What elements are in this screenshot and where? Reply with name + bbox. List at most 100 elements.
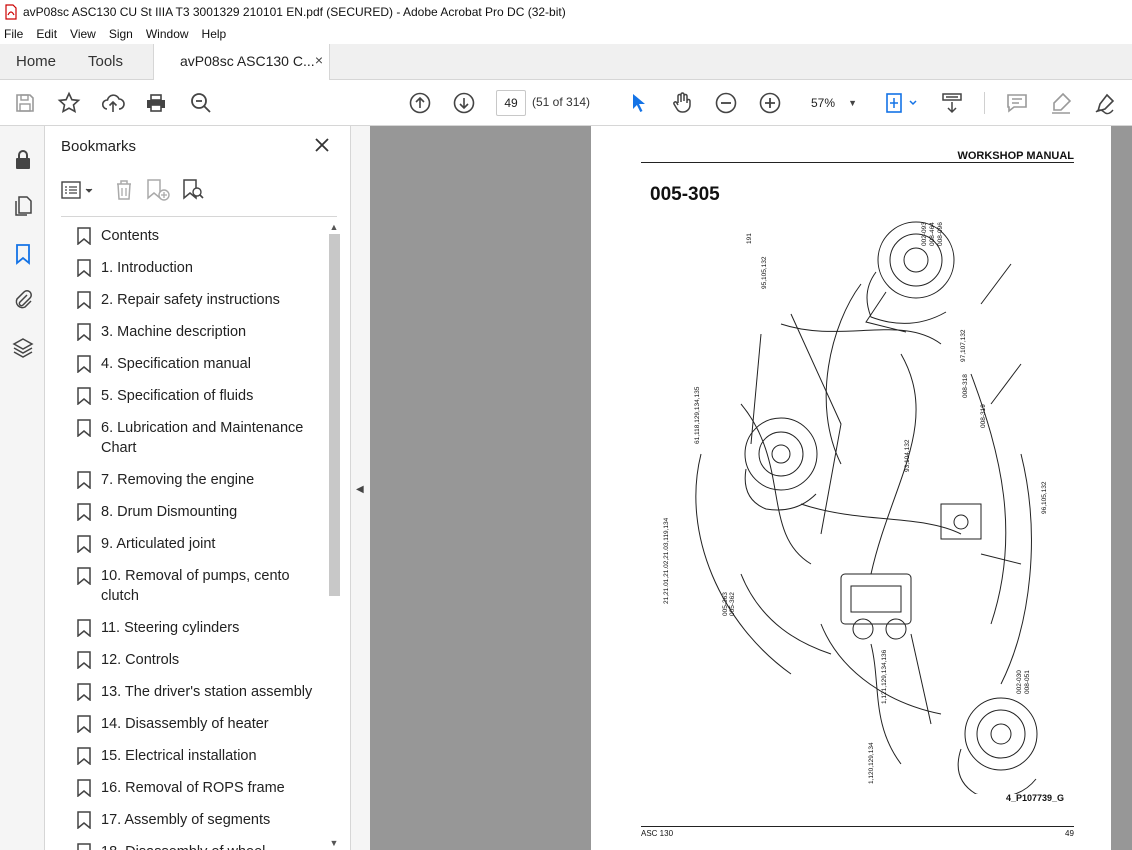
svg-text:21,21.01,21.02,21.03,119,134: 21,21.01,21.02,21.03,119,134 (663, 517, 670, 604)
bookmark-item[interactable]: 8. Drum Dismounting (61, 496, 329, 528)
bookmark-item[interactable]: Contents (61, 220, 329, 252)
zoom-level-select[interactable]: 57% ▼ (801, 90, 861, 116)
svg-text:95,105,132: 95,105,132 (761, 256, 768, 289)
upload-icon[interactable] (101, 91, 125, 115)
find-bookmark-icon[interactable] (181, 178, 205, 202)
bookmark-item[interactable]: 15. Electrical installation (61, 740, 329, 772)
bookmarks-title: Bookmarks (61, 138, 137, 155)
bookmark-item[interactable]: 12. Controls (61, 644, 329, 676)
bookmark-label: 2. Repair safety instructions (101, 292, 280, 308)
header-rule (641, 162, 1074, 163)
bookmark-item[interactable]: 1. Introduction (61, 252, 329, 284)
document-view[interactable]: WORKSHOP MANUAL 005-305 002-093 008-464 … (370, 126, 1132, 850)
bookmark-item[interactable]: 16. Removal of ROPS frame (61, 772, 329, 804)
save-icon[interactable] (13, 91, 37, 115)
lock-icon[interactable] (11, 148, 35, 172)
bookmark-icon (77, 715, 91, 733)
star-icon[interactable] (57, 91, 81, 115)
collapse-panel-icon[interactable]: ◀ (356, 484, 364, 495)
bookmark-item[interactable]: 10. Removal of pumps, cento clutch (61, 560, 329, 612)
menu-window[interactable]: Window (146, 27, 189, 41)
bookmark-icon (77, 619, 91, 637)
bookmark-item[interactable]: 11. Steering cylinders (61, 612, 329, 644)
layers-icon[interactable] (11, 336, 35, 360)
bookmark-label: 13. The driver's station assembly (101, 684, 313, 700)
fit-page-icon[interactable] (884, 91, 920, 115)
menu-sign[interactable]: Sign (109, 27, 133, 41)
select-cursor-icon[interactable] (627, 91, 651, 115)
navigation-rail (0, 126, 45, 850)
footer-model: ASC 130 (641, 829, 674, 838)
tab-home[interactable]: Home (16, 44, 56, 79)
zoom-level-value: 57% (811, 96, 836, 110)
options-menu-icon[interactable] (61, 179, 97, 201)
bookmark-item[interactable]: 5. Specification of fluids (61, 380, 329, 412)
bookmark-panel-icon[interactable] (11, 242, 35, 266)
bookmark-label: 5. Specification of fluids (101, 388, 254, 404)
bookmarks-scrollbar[interactable]: ▲ ▼ (327, 222, 341, 850)
tab-document-label: avP08sc ASC130 C... (180, 53, 315, 69)
bookmark-item[interactable]: 2. Repair safety instructions (61, 284, 329, 316)
close-icon[interactable] (313, 136, 331, 154)
menu-view[interactable]: View (70, 27, 96, 41)
bookmark-item[interactable]: 13. The driver's station assembly (61, 676, 329, 708)
svg-text:008-318: 008-318 (962, 374, 969, 398)
scroll-down-icon[interactable]: ▼ (327, 838, 341, 850)
delete-bookmark-icon[interactable] (113, 178, 135, 202)
attachment-icon[interactable] (11, 288, 35, 312)
svg-text:008-051: 008-051 (1024, 670, 1031, 694)
bookmark-item[interactable]: 3. Machine description (61, 316, 329, 348)
new-bookmark-icon[interactable] (145, 178, 171, 202)
toolbar: 49 (51 of 314) 57% ▼ (0, 80, 1132, 126)
highlight-icon[interactable] (1049, 91, 1073, 115)
scroll-mode-icon[interactable] (940, 91, 964, 115)
close-tab-icon[interactable]: × (315, 52, 323, 68)
bookmark-item[interactable]: 9. Articulated joint (61, 528, 329, 560)
bookmark-item[interactable]: 4. Specification manual (61, 348, 329, 380)
menu-help[interactable]: Help (202, 27, 227, 41)
zoom-out-icon[interactable] (714, 91, 738, 115)
bookmark-label: 4. Specification manual (101, 356, 251, 372)
panel-splitter[interactable]: ◀ (350, 126, 370, 850)
menu-bar: File Edit View Sign Window Help (0, 24, 1132, 44)
svg-text:008-464: 008-464 (929, 222, 936, 246)
tab-tools[interactable]: Tools (88, 44, 123, 79)
bookmark-icon (77, 747, 91, 765)
hydraulic-schematic-diagram: 002-093 008-464 008-096 008-318 008-319 … (663, 221, 1048, 794)
bookmark-icon (77, 503, 91, 521)
menu-edit[interactable]: Edit (36, 27, 57, 41)
bookmark-item[interactable]: 7. Removing the engine (61, 464, 329, 496)
bookmark-icon (77, 779, 91, 797)
bookmark-item[interactable]: 14. Disassembly of heater (61, 708, 329, 740)
bookmark-icon (77, 323, 91, 341)
page-count: (51 of 314) (532, 95, 591, 109)
draw-icon[interactable] (1093, 91, 1117, 115)
bookmark-item[interactable]: 6. Lubrication and Maintenance Chart (61, 412, 329, 464)
toolbar-divider (984, 92, 985, 114)
bookmark-icon (77, 683, 91, 701)
zoom-search-icon[interactable] (189, 91, 213, 115)
svg-text:93,104,132: 93,104,132 (904, 439, 911, 472)
bookmark-label: 16. Removal of ROPS frame (101, 780, 285, 796)
bookmarks-divider (61, 216, 337, 217)
bookmark-icon (77, 259, 91, 277)
bookmark-label: 12. Controls (101, 652, 180, 668)
scrollbar-thumb[interactable] (329, 234, 340, 596)
bookmark-label: 15. Electrical installation (101, 748, 257, 764)
svg-text:97,107,132: 97,107,132 (960, 329, 967, 362)
hand-tool-icon[interactable] (670, 91, 694, 115)
page-thumbnails-icon[interactable] (11, 194, 35, 218)
previous-page-icon[interactable] (408, 91, 432, 115)
scroll-up-icon[interactable]: ▲ (327, 222, 341, 234)
bookmark-icon (77, 419, 91, 437)
bookmark-item[interactable]: 17. Assembly of segments (61, 804, 329, 836)
tab-document[interactable]: avP08sc ASC130 C... × (153, 44, 330, 80)
menu-file[interactable]: File (4, 27, 23, 41)
comment-icon[interactable] (1005, 91, 1029, 115)
next-page-icon[interactable] (452, 91, 476, 115)
acrobat-icon (5, 4, 17, 20)
zoom-in-icon[interactable] (758, 91, 782, 115)
page-number-input[interactable]: 49 (496, 90, 526, 116)
print-icon[interactable] (144, 91, 168, 115)
bookmark-item[interactable]: 18. Disassembly of wheel (61, 836, 329, 850)
